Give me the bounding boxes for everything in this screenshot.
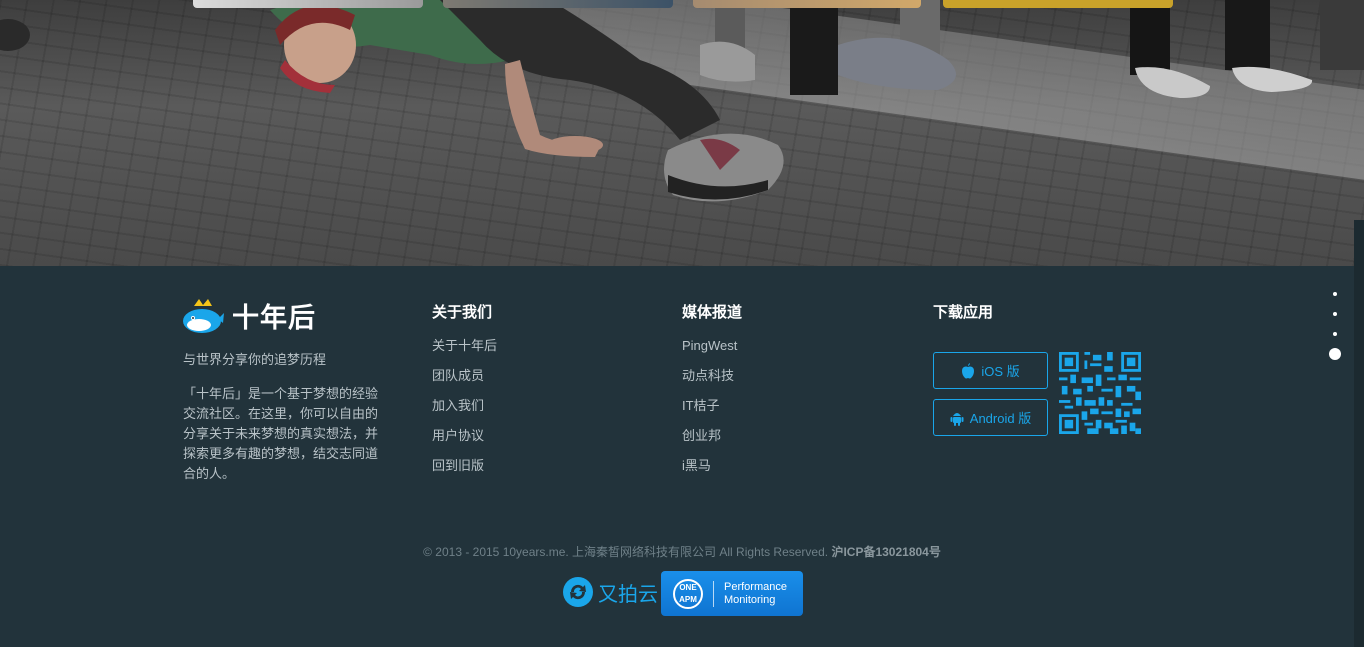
thumbnail-3[interactable] <box>693 0 921 8</box>
thumbnail-1[interactable] <box>193 0 423 8</box>
ios-label: iOS 版 <box>981 364 1020 379</box>
page-dot-3[interactable] <box>1333 332 1337 336</box>
icp-number[interactable]: 沪ICP备13021804号 <box>831 545 940 559</box>
upyun-logo-icon <box>563 577 593 607</box>
footer-link-about[interactable]: 关于十年后 <box>432 336 497 366</box>
media-link-cyzone[interactable]: 创业邦 <box>682 426 742 456</box>
page-dot-4-active[interactable] <box>1329 348 1341 360</box>
android-download-button[interactable]: Android 版 <box>933 399 1048 436</box>
about-title: 关于我们 <box>432 304 493 321</box>
android-label: Android 版 <box>969 411 1032 426</box>
thumbnail-4[interactable] <box>943 0 1173 8</box>
media-link-iheima[interactable]: i黑马 <box>682 456 742 486</box>
footer-link-old-version[interactable]: 回到旧版 <box>432 456 497 486</box>
footer-link-team[interactable]: 团队成员 <box>432 366 497 396</box>
oneapm-text: Performance Monitoring <box>724 581 787 607</box>
copyright-text: © 2013 - 2015 10years.me. 上海秦皙网络科技有限公司 A… <box>423 545 829 559</box>
oneapm-sponsor[interactable]: ONE APM Performance Monitoring <box>661 571 803 616</box>
oneapm-line-2: Monitoring <box>724 593 776 606</box>
page-dot-2[interactable] <box>1333 312 1337 316</box>
download-column: 下载应用 <box>933 303 993 336</box>
scrollbar[interactable] <box>1354 220 1364 647</box>
media-link-technode[interactable]: 动点科技 <box>682 366 742 396</box>
page-dot-1[interactable] <box>1333 292 1337 296</box>
oneapm-line-1: Performance <box>724 580 787 593</box>
media-column: 媒体报道 PingWest 动点科技 IT桔子 创业邦 i黑马 <box>682 303 742 486</box>
qr-code-icon <box>1059 352 1141 434</box>
hero-photo <box>0 0 1364 266</box>
about-column: 关于我们 关于十年后 团队成员 加入我们 用户协议 回到旧版 <box>432 303 497 486</box>
upyun-sponsor[interactable]: 又拍云 <box>562 576 658 608</box>
brand-description: 「十年后」是一个基于梦想的经验交流社区。在这里，你可以自由的分享关于未来梦想的真… <box>183 386 379 481</box>
media-title: 媒体报道 <box>682 304 743 321</box>
media-link-pingwest[interactable]: PingWest <box>682 336 742 366</box>
oneapm-logo: ONE APM <box>673 578 703 609</box>
apple-icon <box>962 362 975 378</box>
ios-download-button[interactable]: iOS 版 <box>933 352 1048 389</box>
oneapm-divider <box>713 580 714 607</box>
brand-slogan: 与世界分享你的追梦历程 <box>183 352 327 367</box>
thumbnail-2[interactable] <box>443 0 673 8</box>
footer-link-terms[interactable]: 用户协议 <box>432 426 497 456</box>
media-link-itjuzi[interactable]: IT桔子 <box>682 396 742 426</box>
whale-crown-icon <box>183 298 224 333</box>
android-icon <box>950 412 964 426</box>
download-title: 下载应用 <box>933 304 994 321</box>
upyun-label: 又拍云 <box>598 583 658 606</box>
brand-logo[interactable]: 十年后 <box>182 296 316 335</box>
copyright: © 2013 - 2015 10years.me. 上海秦皙网络科技有限公司 A… <box>0 543 1364 560</box>
breakdancer-image <box>0 0 1364 202</box>
brand-name: 十年后 <box>232 303 316 333</box>
footer-link-join[interactable]: 加入我们 <box>432 396 497 426</box>
thumbnail-strip <box>193 0 1173 8</box>
